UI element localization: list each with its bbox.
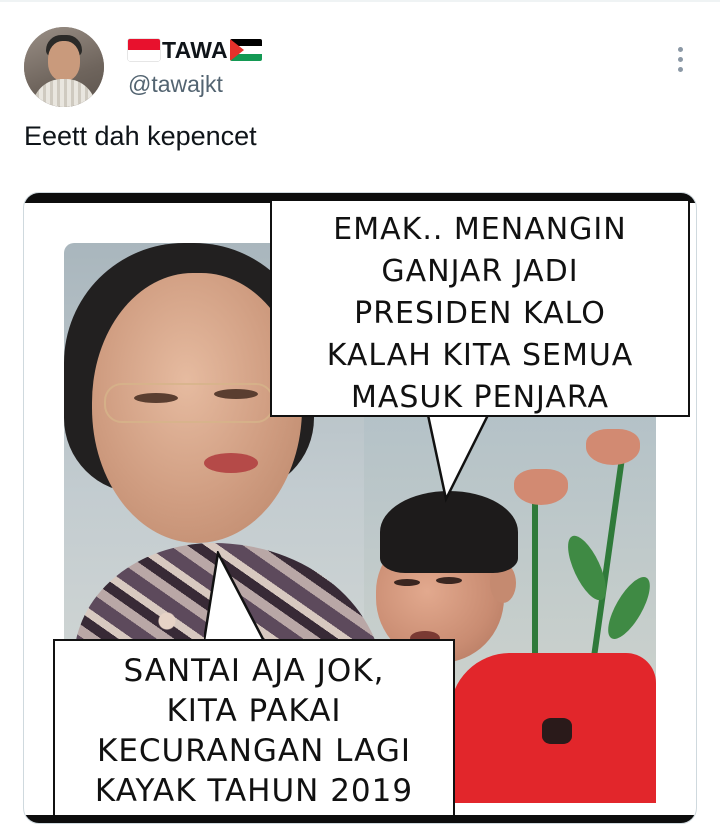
top-bubble-tail: [426, 413, 490, 503]
bubble-line: KAYAK TAHUN 2019: [94, 773, 414, 809]
speech-bubble-top: EMAK.. MENANGIN GANJAR JADI PRESIDEN KAL…: [270, 201, 690, 417]
indonesia-flag-icon: [128, 39, 160, 61]
avatar[interactable]: [24, 27, 104, 107]
bubble-line: GANJAR JADI: [381, 254, 579, 289]
bubble-line: KALAH KITA SEMUA: [326, 338, 634, 373]
bubble-line: EMAK.. MENANGIN: [333, 212, 627, 247]
image-bottom-border: [24, 815, 696, 823]
bubble-line: KECURANGAN LAGI: [96, 733, 411, 769]
avatar-face: [48, 41, 80, 81]
bottom-bubble-tail: [204, 551, 266, 643]
top-divider: [0, 0, 720, 2]
flower: [514, 469, 568, 505]
palestine-flag-icon: [229, 39, 262, 61]
display-name[interactable]: TAWA: [162, 36, 228, 64]
tweet-text: Eeett dah kepencet: [24, 121, 257, 151]
ellipsis-vertical-icon: [677, 46, 683, 52]
author-name-row[interactable]: TAWA: [128, 36, 262, 64]
bubble-line: KITA PAKAI: [166, 693, 342, 729]
user-handle[interactable]: @tawajkt: [128, 70, 223, 98]
more-options-button[interactable]: [666, 42, 694, 76]
tweet-media-image[interactable]: EMAK.. MENANGIN GANJAR JADI PRESIDEN KAL…: [23, 192, 697, 824]
bubble-line: SANTAI AJA JOK,: [123, 653, 385, 689]
speech-bubble-bottom: SANTAI AJA JOK, KITA PAKAI KECURANGAN LA…: [53, 639, 455, 819]
man-hair: [380, 491, 518, 573]
bubble-line: PRESIDEN KALO: [354, 296, 606, 331]
woman-lips: [204, 453, 258, 473]
bubble-line: MASUK PENJARA: [350, 380, 610, 415]
shirt-logo: [542, 718, 572, 744]
glasses: [104, 383, 274, 423]
